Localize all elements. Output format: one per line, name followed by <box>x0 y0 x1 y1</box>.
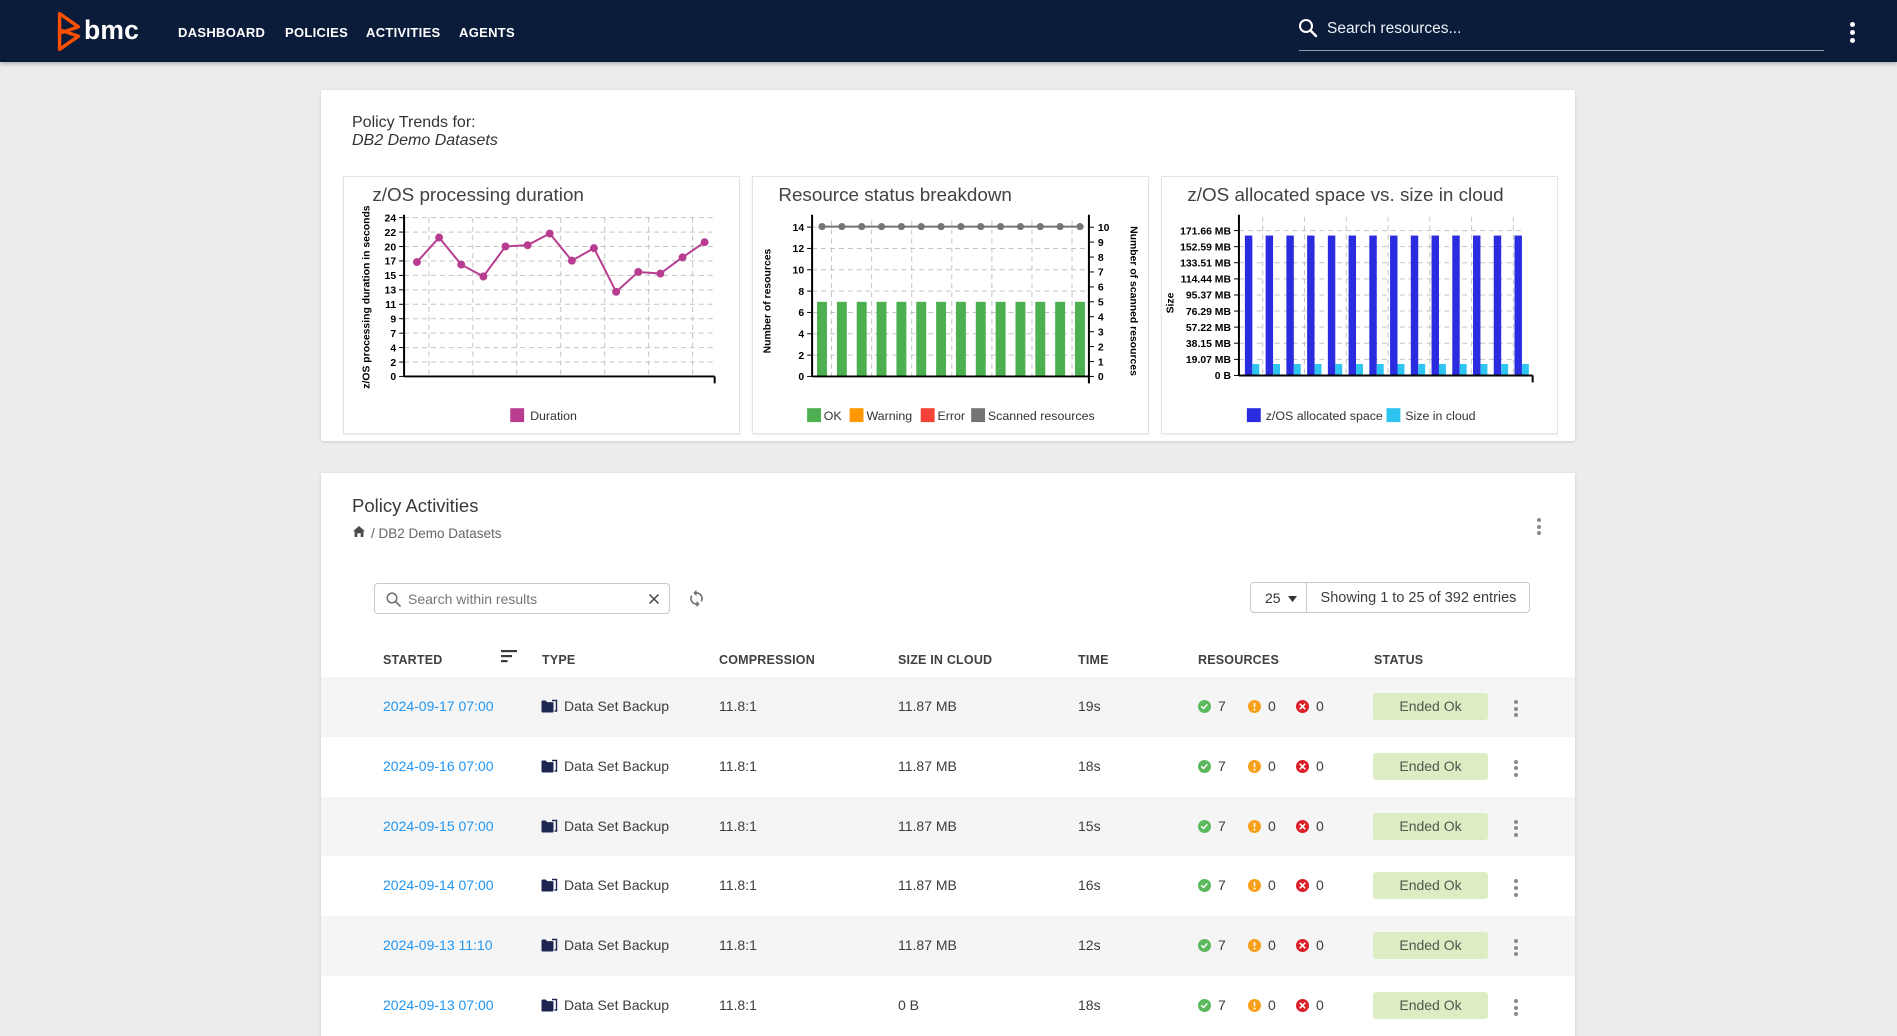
svg-text:2: 2 <box>1098 342 1104 353</box>
svg-text:7: 7 <box>1098 268 1104 279</box>
svg-text:12: 12 <box>793 244 805 255</box>
svg-text:2: 2 <box>390 358 396 369</box>
svg-text:24: 24 <box>385 213 397 224</box>
svg-text:4: 4 <box>390 343 396 354</box>
svg-text:9: 9 <box>390 314 396 325</box>
svg-text:4: 4 <box>798 330 804 341</box>
svg-text:z/OS processing duration in se: z/OS processing duration in seconds <box>361 205 372 389</box>
svg-text:Number of scanned resources: Number of scanned resources <box>1128 226 1139 376</box>
svg-text:Resource status breakdown: Resource status breakdown <box>778 184 1012 205</box>
svg-text:76.29 MB: 76.29 MB <box>1186 307 1232 318</box>
svg-text:17: 17 <box>385 257 397 268</box>
svg-text:133.51 MB: 133.51 MB <box>1180 259 1231 270</box>
svg-text:13: 13 <box>385 286 397 297</box>
svg-text:8: 8 <box>1098 253 1104 264</box>
svg-text:38.15 MB: 38.15 MB <box>1186 339 1232 350</box>
svg-text:95.37 MB: 95.37 MB <box>1186 291 1232 302</box>
svg-text:Size in cloud: Size in cloud <box>1405 409 1475 423</box>
svg-text:0 B: 0 B <box>1215 371 1232 382</box>
svg-text:11: 11 <box>385 300 396 311</box>
svg-text:6: 6 <box>1098 283 1104 294</box>
svg-text:4: 4 <box>1098 312 1104 323</box>
svg-text:OK: OK <box>824 409 843 423</box>
svg-text:57.22 MB: 57.22 MB <box>1186 323 1232 334</box>
svg-text:6: 6 <box>798 308 804 319</box>
svg-text:8: 8 <box>798 287 804 298</box>
svg-text:Duration: Duration <box>530 409 577 423</box>
svg-text:10: 10 <box>793 266 805 277</box>
svg-text:Number of resources: Number of resources <box>762 248 773 353</box>
svg-text:1: 1 <box>1098 357 1104 368</box>
svg-text:171.66 MB: 171.66 MB <box>1180 226 1231 237</box>
svg-text:0: 0 <box>390 372 396 383</box>
svg-text:z/OS processing duration: z/OS processing duration <box>372 184 584 205</box>
svg-text:114.44 MB: 114.44 MB <box>1181 275 1232 286</box>
svg-text:152.59 MB: 152.59 MB <box>1180 242 1231 253</box>
svg-text:0: 0 <box>798 372 804 383</box>
svg-text:7: 7 <box>390 329 396 340</box>
svg-text:z/OS allocated space: z/OS allocated space <box>1266 409 1383 423</box>
svg-text:22: 22 <box>385 228 397 239</box>
svg-text:3: 3 <box>1098 327 1104 338</box>
svg-text:0: 0 <box>1098 372 1104 383</box>
svg-text:Error: Error <box>938 409 966 423</box>
svg-text:5: 5 <box>1098 298 1104 309</box>
svg-text:2: 2 <box>798 351 804 362</box>
svg-text:Scanned resources: Scanned resources <box>988 409 1095 423</box>
svg-text:Size: Size <box>1165 292 1176 313</box>
svg-text:20: 20 <box>385 242 397 253</box>
svg-text:Warning: Warning <box>866 409 912 423</box>
svg-text:10: 10 <box>1098 223 1110 234</box>
svg-text:9: 9 <box>1098 238 1104 249</box>
svg-text:15: 15 <box>385 271 397 282</box>
svg-text:14: 14 <box>793 223 805 234</box>
svg-text:19.07 MB: 19.07 MB <box>1186 355 1232 366</box>
svg-text:z/OS allocated space vs. size: z/OS allocated space vs. size in cloud <box>1187 184 1503 205</box>
